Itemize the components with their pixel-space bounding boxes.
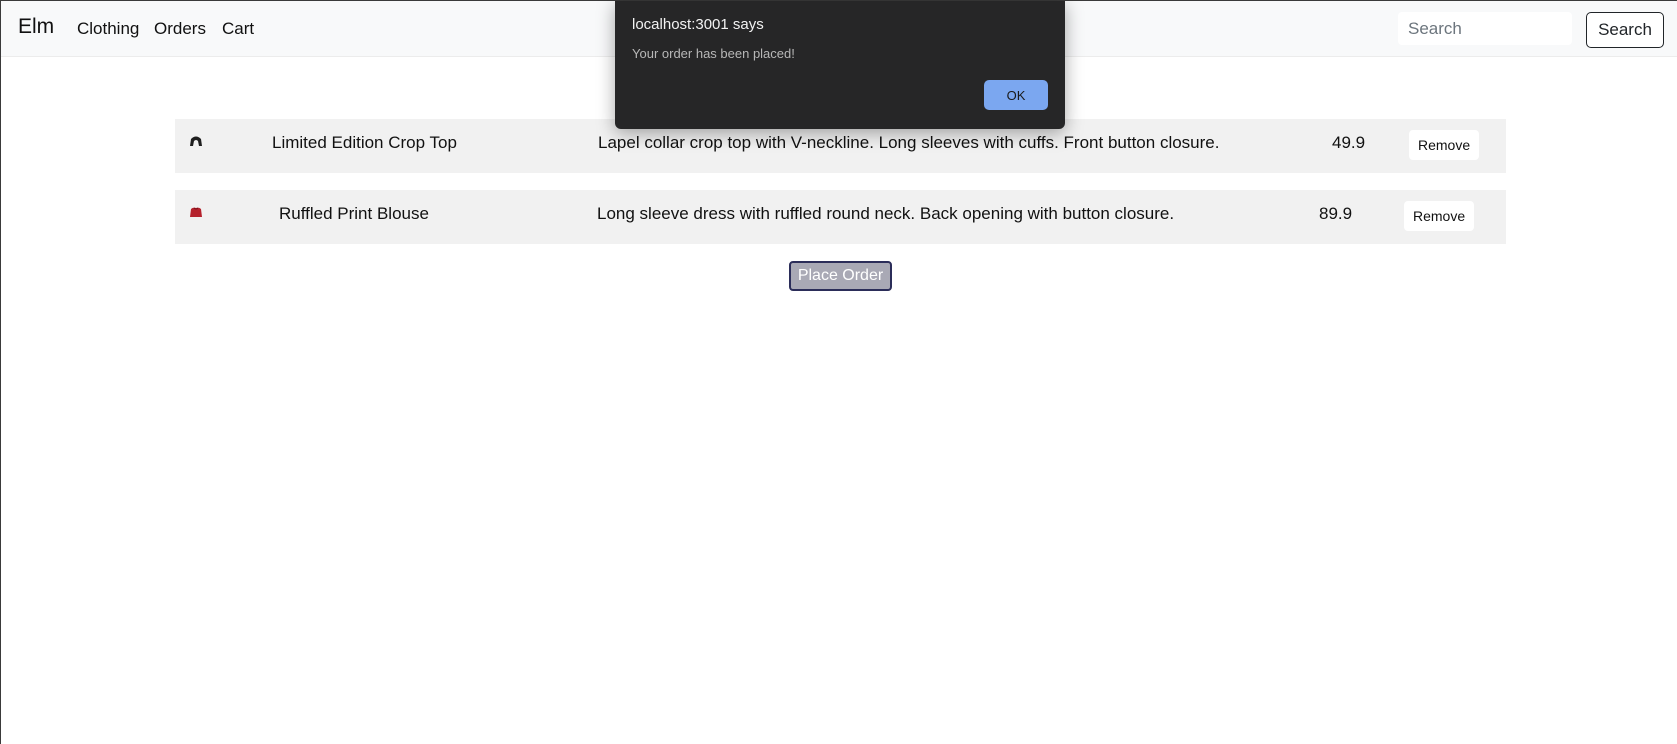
brand-logo[interactable]: Elm: [18, 15, 54, 39]
nav-link-clothing[interactable]: Clothing: [77, 19, 139, 39]
item-price: 49.9: [1332, 133, 1366, 152]
remove-button[interactable]: Remove: [1404, 201, 1475, 231]
place-order-button[interactable]: Place Order: [789, 261, 892, 291]
alert-dialog: localhost:3001 says Your order has been …: [615, 1, 1065, 129]
cart-row: Ruffled Print Blouse Long sleeve dress w…: [175, 190, 1506, 244]
page: Elm Clothing Orders Cart Search Limited …: [0, 0, 1677, 744]
alert-title: localhost:3001 says: [632, 16, 764, 33]
item-price: 89.9: [1319, 204, 1353, 223]
item-name: Limited Edition Crop Top: [272, 133, 457, 152]
item-description: Long sleeve dress with ruffled round nec…: [597, 204, 1175, 223]
red-blouse-icon: [190, 207, 202, 217]
search-input[interactable]: [1398, 12, 1572, 45]
search-button[interactable]: Search: [1586, 12, 1664, 48]
black-crop-top-icon: [190, 136, 202, 146]
nav-link-orders[interactable]: Orders: [154, 19, 206, 39]
item-description: Lapel collar crop top with V-neckline. L…: [598, 133, 1220, 152]
nav-link-cart[interactable]: Cart: [222, 19, 254, 39]
alert-ok-button[interactable]: OK: [984, 80, 1048, 110]
alert-message: Your order has been placed!: [632, 46, 795, 61]
remove-button[interactable]: Remove: [1409, 130, 1480, 160]
item-name: Ruffled Print Blouse: [279, 204, 429, 223]
